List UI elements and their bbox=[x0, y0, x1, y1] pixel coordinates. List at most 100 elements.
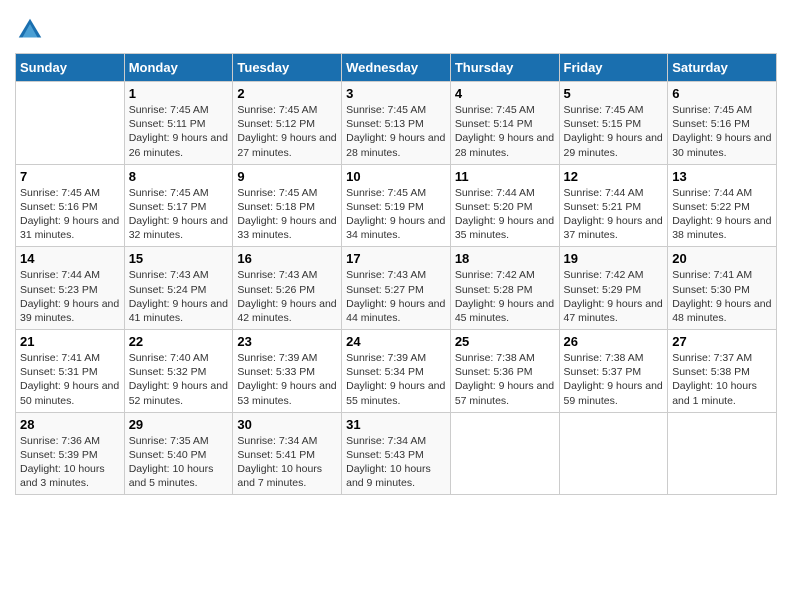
day-number: 30 bbox=[237, 417, 337, 432]
calendar-cell: 11Sunrise: 7:44 AMSunset: 5:20 PMDayligh… bbox=[450, 164, 559, 247]
calendar-cell: 3 Sunrise: 7:45 AMSunset: 5:13 PMDaylight… bbox=[342, 82, 451, 165]
day-info: Sunrise: 7:36 AMSunset: 5:39 PMDaylight:… bbox=[20, 434, 120, 491]
day-number: 12 bbox=[564, 169, 664, 184]
day-info: Sunrise: 7:37 AMSunset: 5:38 PMDaylight:… bbox=[672, 351, 772, 408]
calendar-cell: 10 Sunrise: 7:45 AMSunset: 5:19 PMDayligh… bbox=[342, 164, 451, 247]
calendar-week-row: 7Sunrise: 7:45 AMSunset: 5:16 PMDaylight… bbox=[16, 164, 777, 247]
day-number: 4 bbox=[455, 86, 555, 101]
day-number: 5 bbox=[564, 86, 664, 101]
calendar-cell: 21 Sunrise: 7:41 AMSunset: 5:31 PMDayligh… bbox=[16, 330, 125, 413]
logo-icon bbox=[15, 15, 45, 45]
calendar-cell: 25 Sunrise: 7:38 AMSunset: 5:36 PMDayligh… bbox=[450, 330, 559, 413]
calendar-cell bbox=[450, 412, 559, 495]
day-info: Sunrise: 7:39 AMSunset: 5:34 PMDaylight:… bbox=[346, 351, 446, 408]
day-number: 31 bbox=[346, 417, 446, 432]
calendar-cell: 20 Sunrise: 7:41 AMSunset: 5:30 PMDayligh… bbox=[668, 247, 777, 330]
day-info: Sunrise: 7:43 AMSunset: 5:24 PMDaylight:… bbox=[129, 268, 229, 325]
day-info: Sunrise: 7:44 AMSunset: 5:20 PMDaylight:… bbox=[455, 186, 555, 243]
day-info: Sunrise: 7:35 AMSunset: 5:40 PMDaylight:… bbox=[129, 434, 229, 491]
day-number: 26 bbox=[564, 334, 664, 349]
day-number: 27 bbox=[672, 334, 772, 349]
day-number: 6 bbox=[672, 86, 772, 101]
calendar-cell: 29 Sunrise: 7:35 AMSunset: 5:40 PMDayligh… bbox=[124, 412, 233, 495]
day-number: 24 bbox=[346, 334, 446, 349]
day-info: Sunrise: 7:45 AMSunset: 5:16 PMDaylight:… bbox=[20, 186, 120, 243]
day-info: Sunrise: 7:45 AMSunset: 5:16 PMDaylight:… bbox=[672, 103, 772, 160]
day-info: Sunrise: 7:45 AMSunset: 5:19 PMDaylight:… bbox=[346, 186, 446, 243]
day-number: 16 bbox=[237, 251, 337, 266]
day-number: 17 bbox=[346, 251, 446, 266]
day-info: Sunrise: 7:41 AMSunset: 5:31 PMDaylight:… bbox=[20, 351, 120, 408]
calendar-week-row: 21 Sunrise: 7:41 AMSunset: 5:31 PMDayligh… bbox=[16, 330, 777, 413]
calendar-week-row: 14 Sunrise: 7:44 AMSunset: 5:23 PMDayligh… bbox=[16, 247, 777, 330]
calendar-cell: 4 Sunrise: 7:45 AMSunset: 5:14 PMDaylight… bbox=[450, 82, 559, 165]
day-info: Sunrise: 7:44 AMSunset: 5:23 PMDaylight:… bbox=[20, 268, 120, 325]
day-number: 28 bbox=[20, 417, 120, 432]
calendar-cell: 2Sunrise: 7:45 AMSunset: 5:12 PMDaylight… bbox=[233, 82, 342, 165]
calendar-cell: 30 Sunrise: 7:34 AMSunset: 5:41 PMDayligh… bbox=[233, 412, 342, 495]
day-number: 19 bbox=[564, 251, 664, 266]
day-info: Sunrise: 7:38 AMSunset: 5:36 PMDaylight:… bbox=[455, 351, 555, 408]
day-info: Sunrise: 7:41 AMSunset: 5:30 PMDaylight:… bbox=[672, 268, 772, 325]
calendar-table: SundayMondayTuesdayWednesdayThursdayFrid… bbox=[15, 53, 777, 495]
weekday-header-thursday: Thursday bbox=[450, 54, 559, 82]
day-info: Sunrise: 7:38 AMSunset: 5:37 PMDaylight:… bbox=[564, 351, 664, 408]
calendar-cell bbox=[559, 412, 668, 495]
calendar-cell: 7Sunrise: 7:45 AMSunset: 5:16 PMDaylight… bbox=[16, 164, 125, 247]
calendar-cell: 16 Sunrise: 7:43 AMSunset: 5:26 PMDayligh… bbox=[233, 247, 342, 330]
weekday-header-saturday: Saturday bbox=[668, 54, 777, 82]
page-header bbox=[15, 10, 777, 45]
day-info: Sunrise: 7:45 AMSunset: 5:14 PMDaylight:… bbox=[455, 103, 555, 160]
day-info: Sunrise: 7:45 AMSunset: 5:18 PMDaylight:… bbox=[237, 186, 337, 243]
logo bbox=[15, 15, 49, 45]
weekday-header-monday: Monday bbox=[124, 54, 233, 82]
day-info: Sunrise: 7:34 AMSunset: 5:41 PMDaylight:… bbox=[237, 434, 337, 491]
day-number: 14 bbox=[20, 251, 120, 266]
day-info: Sunrise: 7:34 AMSunset: 5:43 PMDaylight:… bbox=[346, 434, 446, 491]
day-info: Sunrise: 7:45 AMSunset: 5:17 PMDaylight:… bbox=[129, 186, 229, 243]
day-info: Sunrise: 7:45 AMSunset: 5:13 PMDaylight:… bbox=[346, 103, 446, 160]
calendar-cell: 24 Sunrise: 7:39 AMSunset: 5:34 PMDayligh… bbox=[342, 330, 451, 413]
day-number: 10 bbox=[346, 169, 446, 184]
day-info: Sunrise: 7:43 AMSunset: 5:27 PMDaylight:… bbox=[346, 268, 446, 325]
day-info: Sunrise: 7:43 AMSunset: 5:26 PMDaylight:… bbox=[237, 268, 337, 325]
calendar-cell: 14 Sunrise: 7:44 AMSunset: 5:23 PMDayligh… bbox=[16, 247, 125, 330]
calendar-cell: 8Sunrise: 7:45 AMSunset: 5:17 PMDaylight… bbox=[124, 164, 233, 247]
calendar-cell: 19 Sunrise: 7:42 AMSunset: 5:29 PMDayligh… bbox=[559, 247, 668, 330]
day-info: Sunrise: 7:44 AMSunset: 5:21 PMDaylight:… bbox=[564, 186, 664, 243]
day-info: Sunrise: 7:45 AMSunset: 5:15 PMDaylight:… bbox=[564, 103, 664, 160]
weekday-header-friday: Friday bbox=[559, 54, 668, 82]
day-info: Sunrise: 7:42 AMSunset: 5:29 PMDaylight:… bbox=[564, 268, 664, 325]
calendar-week-row: 28 Sunrise: 7:36 AMSunset: 5:39 PMDayligh… bbox=[16, 412, 777, 495]
calendar-cell: 12 Sunrise: 7:44 AMSunset: 5:21 PMDayligh… bbox=[559, 164, 668, 247]
calendar-cell: 9 Sunrise: 7:45 AMSunset: 5:18 PMDaylight… bbox=[233, 164, 342, 247]
weekday-header-wednesday: Wednesday bbox=[342, 54, 451, 82]
calendar-cell: 26 Sunrise: 7:38 AMSunset: 5:37 PMDayligh… bbox=[559, 330, 668, 413]
page-container: SundayMondayTuesdayWednesdayThursdayFrid… bbox=[0, 0, 792, 505]
calendar-cell: 13Sunrise: 7:44 AMSunset: 5:22 PMDayligh… bbox=[668, 164, 777, 247]
calendar-cell bbox=[16, 82, 125, 165]
day-number: 25 bbox=[455, 334, 555, 349]
calendar-week-row: 1Sunrise: 7:45 AMSunset: 5:11 PMDaylight… bbox=[16, 82, 777, 165]
calendar-cell: 28 Sunrise: 7:36 AMSunset: 5:39 PMDayligh… bbox=[16, 412, 125, 495]
day-info: Sunrise: 7:45 AMSunset: 5:12 PMDaylight:… bbox=[237, 103, 337, 160]
calendar-cell: 5 Sunrise: 7:45 AMSunset: 5:15 PMDaylight… bbox=[559, 82, 668, 165]
weekday-header-tuesday: Tuesday bbox=[233, 54, 342, 82]
day-number: 15 bbox=[129, 251, 229, 266]
weekday-header-row: SundayMondayTuesdayWednesdayThursdayFrid… bbox=[16, 54, 777, 82]
day-number: 20 bbox=[672, 251, 772, 266]
day-info: Sunrise: 7:42 AMSunset: 5:28 PMDaylight:… bbox=[455, 268, 555, 325]
calendar-body: 1Sunrise: 7:45 AMSunset: 5:11 PMDaylight… bbox=[16, 82, 777, 495]
calendar-cell: 18 Sunrise: 7:42 AMSunset: 5:28 PMDayligh… bbox=[450, 247, 559, 330]
day-number: 3 bbox=[346, 86, 446, 101]
calendar-cell: 31 Sunrise: 7:34 AMSunset: 5:43 PMDayligh… bbox=[342, 412, 451, 495]
day-number: 21 bbox=[20, 334, 120, 349]
day-info: Sunrise: 7:45 AMSunset: 5:11 PMDaylight:… bbox=[129, 103, 229, 160]
day-number: 9 bbox=[237, 169, 337, 184]
day-number: 29 bbox=[129, 417, 229, 432]
calendar-cell: 22Sunrise: 7:40 AMSunset: 5:32 PMDayligh… bbox=[124, 330, 233, 413]
calendar-cell: 17 Sunrise: 7:43 AMSunset: 5:27 PMDayligh… bbox=[342, 247, 451, 330]
calendar-cell: 1Sunrise: 7:45 AMSunset: 5:11 PMDaylight… bbox=[124, 82, 233, 165]
calendar-cell bbox=[668, 412, 777, 495]
day-number: 18 bbox=[455, 251, 555, 266]
